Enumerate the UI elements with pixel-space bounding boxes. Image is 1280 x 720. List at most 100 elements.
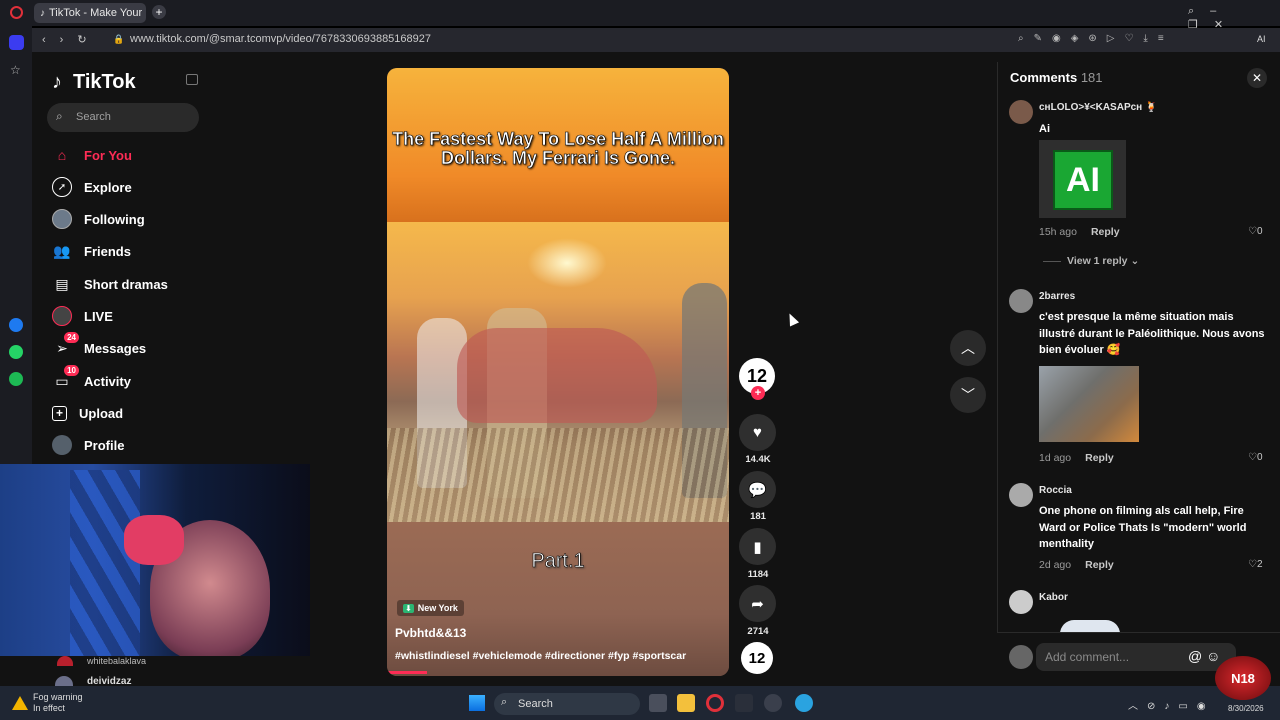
video-hashtags[interactable]: #whistlindiesel #vehiclemode #directione… [395,650,686,662]
location-name: New York [417,603,458,613]
previous-video-button[interactable]: ︿ [950,330,986,366]
follow-button[interactable]: + [751,386,765,400]
avatar[interactable] [1009,100,1033,124]
browser-titlebar [0,0,1280,26]
sidebar-item-for-you[interactable]: ⌂ For You [52,144,132,166]
collapse-sidebar-icon[interactable] [186,74,198,85]
location-tag[interactable]: ⬇ New York [397,600,464,616]
comment-time: 2d ago [1039,559,1072,571]
comment-username[interactable]: ᴄʜLOLO>¥<KASAPᴄʜ 🍹 [1039,102,1157,113]
tiktok-favicon-icon: ♪ [40,7,45,19]
sidebar-item-short-dramas[interactable]: ▤ Short dramas [52,273,168,295]
wall-art [70,470,140,656]
comment-like-button[interactable]: ♡2 [1248,559,1263,570]
reply-button[interactable]: Reply [1091,226,1120,238]
view-replies-button[interactable]: View 1 reply ⌄ [1067,255,1139,267]
sidebar-item-explore[interactable]: ➚ Explore [52,176,132,198]
comment-like-count: 0 [1256,452,1263,463]
chat-username: whitebalaklava [87,656,147,666]
cornfield [387,428,729,522]
like-count: 14.4K [745,454,771,465]
comment-username[interactable]: 2barres [1039,291,1075,302]
messenger-icon[interactable] [9,318,23,332]
browser-tab[interactable]: ♪ TikTok - Make Your Da [34,3,146,23]
search-input[interactable] [47,103,199,132]
opera-logo-icon[interactable] [10,6,23,19]
new-tab-button[interactable]: + [152,5,166,19]
music-disc[interactable]: 12 [741,642,773,674]
sidebar-item-label: Following [84,211,145,227]
view-replies-label: View 1 reply [1067,255,1128,267]
sidebar-item-friends[interactable]: 👥 Friends [52,240,131,262]
avatar[interactable] [1009,289,1033,313]
comment-time: 1d ago [1039,452,1072,464]
film-icon: ▤ [55,275,69,292]
tiktok-logo[interactable]: TikTok [73,71,136,94]
comment-meta: 2d ago Reply [1039,559,1114,571]
taskbar-search[interactable]: Search [494,693,640,715]
input-actions[interactable]: @ ☺ [1188,648,1220,664]
sidebar-item-following[interactable]: Following [52,208,145,230]
mention-icon[interactable]: @ [1188,648,1202,664]
sidebar-item-upload[interactable]: + Upload [52,402,123,424]
reply-button[interactable]: Reply [1085,452,1114,464]
comment-username[interactable]: Roccia [1039,485,1072,496]
comment-time: 15h ago [1039,226,1077,238]
star-icon[interactable]: ☆ [10,63,21,77]
video-author[interactable]: Pvbhtd&&13 [395,626,466,640]
spotify-icon[interactable] [9,372,23,386]
sidebar-item-profile[interactable]: Profile [52,434,124,456]
save-button[interactable]: ▮ [739,528,776,565]
share-button[interactable]: ➦ [739,585,776,622]
obs-icon[interactable] [764,694,782,712]
url-field[interactable]: www.tiktok.com/@smar.tcomvp/video/767833… [130,33,431,45]
app-icon[interactable] [735,694,753,712]
weather-widget[interactable]: Fog warning In effect [33,692,83,714]
comment-button[interactable]: 💬 [739,471,776,508]
taskbar-search-label: Search [518,698,553,710]
inbox-icon: ▭ 10 [52,365,79,391]
nav-buttons[interactable]: ‹›↻ [42,33,101,46]
comment-image[interactable] [1039,366,1139,442]
lock-icon: 🔒 [113,34,125,44]
windows-start-icon[interactable] [469,695,485,711]
home-speed-dial-icon[interactable] [9,35,24,50]
chevron-down-icon: ﹀ [961,387,975,403]
emoji-icon[interactable]: ☺ [1206,648,1220,664]
system-tray-icons[interactable]: ︿⊘♪▭◉ [1128,697,1215,712]
sidebar-item-activity[interactable]: ▭ 10 Activity [52,365,131,392]
reply-button[interactable]: Reply [1085,559,1114,571]
comment-username[interactable]: Kabor [1039,592,1068,603]
sidebar-item-label: Explore [84,179,132,195]
sidebar-item-label: Short dramas [84,276,168,292]
video-player[interactable]: The Fastest Way To Lose Half A Million D… [387,68,729,676]
browser-toolbar-icons[interactable]: ⌕✎◉◈⊛▷♡⤓≡ [1018,33,1174,44]
whatsapp-icon[interactable] [9,345,23,359]
avatar[interactable] [1009,483,1033,507]
ai-button[interactable]: AI [1257,34,1266,44]
comment-meta: 1d ago Reply [1039,452,1114,464]
avatar [57,656,73,666]
sidebar-item-messages[interactable]: ➢ 24 Messages [52,332,146,359]
close-comments-button[interactable]: ✕ [1247,68,1267,88]
opera-icon[interactable] [706,694,724,712]
video-progress-bar[interactable] [387,671,427,674]
weather-title: Fog warning [33,692,83,702]
like-button[interactable]: ♥ [739,414,776,451]
next-video-button[interactable]: ﹀ [950,377,986,413]
profile-avatar-icon [52,435,72,455]
save-count: 1184 [747,569,769,580]
comment-like-button[interactable]: ♡0 [1248,452,1263,463]
live-icon [52,306,72,326]
comment-like-count: 2 [1256,559,1263,570]
avatar[interactable] [1009,590,1033,614]
weather-subtitle: In effect [33,703,65,713]
divider [1043,261,1061,262]
telegram-icon[interactable] [795,694,813,712]
tiktok-logo-icon[interactable]: ♪ [52,71,62,94]
search-placeholder: Search [76,111,111,123]
sidebar-item-live[interactable]: LIVE [52,305,113,327]
comment-like-button[interactable]: ♡0 [1248,226,1263,237]
file-explorer-icon[interactable] [677,694,695,712]
task-view-icon[interactable] [649,694,667,712]
